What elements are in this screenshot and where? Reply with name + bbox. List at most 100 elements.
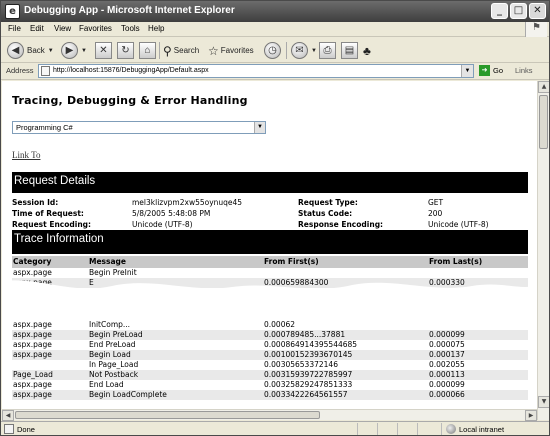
messenger-button[interactable]: ♣: [363, 41, 371, 60]
scroll-down-icon[interactable]: ▼: [538, 396, 549, 408]
horizontal-scrollbar[interactable]: ◀ ▶: [2, 409, 537, 421]
menu-file[interactable]: File: [8, 24, 21, 33]
stop-button[interactable]: ✕: [95, 41, 112, 60]
table-row: In Page_Load 0.00305653372146 0.002055: [12, 360, 528, 370]
row-from-last: 0.000075: [429, 340, 465, 349]
table-row: aspx.page Begin Load 0.00100152393670145…: [12, 350, 528, 360]
close-button[interactable]: ✕: [529, 3, 546, 19]
row-from-last: 0.000099: [429, 380, 465, 389]
row-category: aspx.page: [13, 340, 52, 349]
row-category: aspx.page: [13, 390, 52, 399]
status-divider: [357, 423, 358, 435]
table-row: aspx.page End Load 0.00325829247851333 0…: [12, 380, 528, 390]
menu-view[interactable]: View: [54, 24, 71, 33]
row-from-first: 0.000789485...37881: [264, 330, 346, 339]
status-done: Done: [4, 424, 35, 434]
row-message: Begin LoadComplete: [89, 390, 167, 399]
scroll-left-icon[interactable]: ◀: [2, 410, 14, 421]
status-done-text: Done: [17, 424, 35, 434]
address-url: http://localhost:15876/DebuggingApp/Defa…: [53, 67, 209, 74]
home-button[interactable]: ⌂: [139, 41, 156, 60]
links-button[interactable]: Links: [515, 66, 533, 75]
home-icon: ⌂: [139, 42, 156, 59]
row-from-last: 0.000137: [429, 350, 465, 359]
address-dropdown-icon[interactable]: ▼: [461, 65, 473, 77]
status-divider: [417, 423, 418, 435]
minimize-button[interactable]: _: [491, 3, 508, 19]
favorites-button[interactable]: ☆ Favorites: [208, 41, 254, 60]
mail-dropdown-icon[interactable]: ▼: [311, 48, 317, 54]
row-from-first: 0.00315939722785997: [264, 370, 353, 379]
search-button[interactable]: ⚲ Search: [163, 41, 199, 60]
page-content: Tracing, Debugging & Error Handling Prog…: [2, 81, 537, 420]
go-button[interactable]: ➜ Go: [479, 65, 503, 76]
row-from-first: 0.00305653372146: [264, 360, 338, 369]
status-divider: [441, 423, 442, 435]
forward-dropdown-icon[interactable]: ▼: [81, 48, 87, 54]
table-row: aspx.page InitComp... 0.00062: [12, 320, 528, 330]
address-label: Address: [6, 66, 34, 75]
back-arrow-icon: ◀: [7, 42, 24, 59]
page-icon: [41, 66, 50, 76]
row-message: InitComp...: [89, 320, 131, 329]
menu-edit[interactable]: Edit: [30, 24, 44, 33]
go-label: Go: [493, 66, 504, 75]
table-row: aspx.page End PreLoad 0.0008649143955446…: [12, 340, 528, 350]
maximize-button[interactable]: □: [510, 3, 527, 19]
row-message: In Page_Load: [89, 360, 139, 369]
print-icon: ⎙: [319, 42, 336, 59]
messenger-icon: ♣: [363, 43, 371, 58]
menu-favorites[interactable]: Favorites: [79, 24, 112, 33]
refresh-button[interactable]: ↻: [117, 41, 134, 60]
security-zone-text: Local intranet: [459, 424, 505, 434]
print-button[interactable]: ⎙: [319, 41, 336, 60]
horizontal-scroll-thumb[interactable]: [15, 411, 320, 419]
history-button[interactable]: ◷: [264, 41, 284, 60]
row-category: aspx.page: [13, 350, 52, 359]
vertical-scroll-thumb[interactable]: [539, 95, 548, 149]
row-from-last: 0.000066: [429, 390, 465, 399]
menu-help[interactable]: Help: [148, 24, 164, 33]
row-from-first: 0.00062: [264, 320, 296, 329]
ie-icon: e: [5, 4, 20, 19]
back-button[interactable]: ◀ Back ▼: [7, 41, 54, 60]
forward-arrow-icon: ▶: [61, 42, 78, 59]
table-row: aspx.page Begin PreLoad 0.000789485...37…: [12, 330, 528, 340]
status-bar: Done Local intranet: [1, 421, 549, 435]
search-label: Search: [173, 46, 200, 55]
mail-button[interactable]: ✉ ▼: [291, 41, 317, 60]
table-row: aspx.page Begin LoadComplete 0.003342226…: [12, 390, 528, 400]
back-dropdown-icon[interactable]: ▼: [48, 48, 54, 54]
row-category: aspx.page: [13, 320, 52, 329]
row-category: aspx.page: [13, 330, 52, 339]
window-title: Debugging App - Microsoft Internet Explo…: [24, 5, 235, 16]
back-label: Back: [27, 46, 45, 55]
status-divider: [377, 423, 378, 435]
mail-icon: ✉: [291, 42, 308, 59]
forward-button[interactable]: ▶ ▼: [61, 41, 87, 60]
edit-button[interactable]: ▤: [341, 41, 358, 60]
title-bar[interactable]: e Debugging App - Microsoft Internet Exp…: [1, 1, 549, 22]
row-message: Begin PreLoad: [89, 330, 143, 339]
address-input[interactable]: http://localhost:15876/DebuggingApp/Defa…: [38, 64, 474, 78]
vertical-scrollbar[interactable]: ▲ ▼: [537, 81, 549, 420]
row-message: Not Postback: [89, 370, 139, 379]
browser-window: e Debugging App - Microsoft Internet Exp…: [0, 0, 550, 436]
search-icon: ⚲: [163, 43, 172, 58]
history-icon: ◷: [264, 42, 281, 59]
row-from-last: 0.002055: [429, 360, 465, 369]
toolbar-divider: [286, 42, 287, 59]
menu-bar: File Edit View Favorites Tools Help ⚑: [1, 22, 549, 37]
row-from-last: 0.000113: [429, 370, 465, 379]
menu-tools[interactable]: Tools: [121, 24, 140, 33]
scroll-up-icon[interactable]: ▲: [538, 81, 549, 93]
edit-icon: ▤: [341, 42, 358, 59]
row-from-first: 0.00100152393670145: [264, 350, 353, 359]
row-message: End PreLoad: [89, 340, 136, 349]
scroll-right-icon[interactable]: ▶: [525, 410, 537, 421]
row-from-first: 0.000864914395544685: [264, 340, 358, 349]
intranet-icon: [446, 424, 456, 434]
toolbar-divider: [159, 42, 160, 59]
security-zone: Local intranet: [446, 424, 504, 434]
row-from-last: 0.000099: [429, 330, 465, 339]
